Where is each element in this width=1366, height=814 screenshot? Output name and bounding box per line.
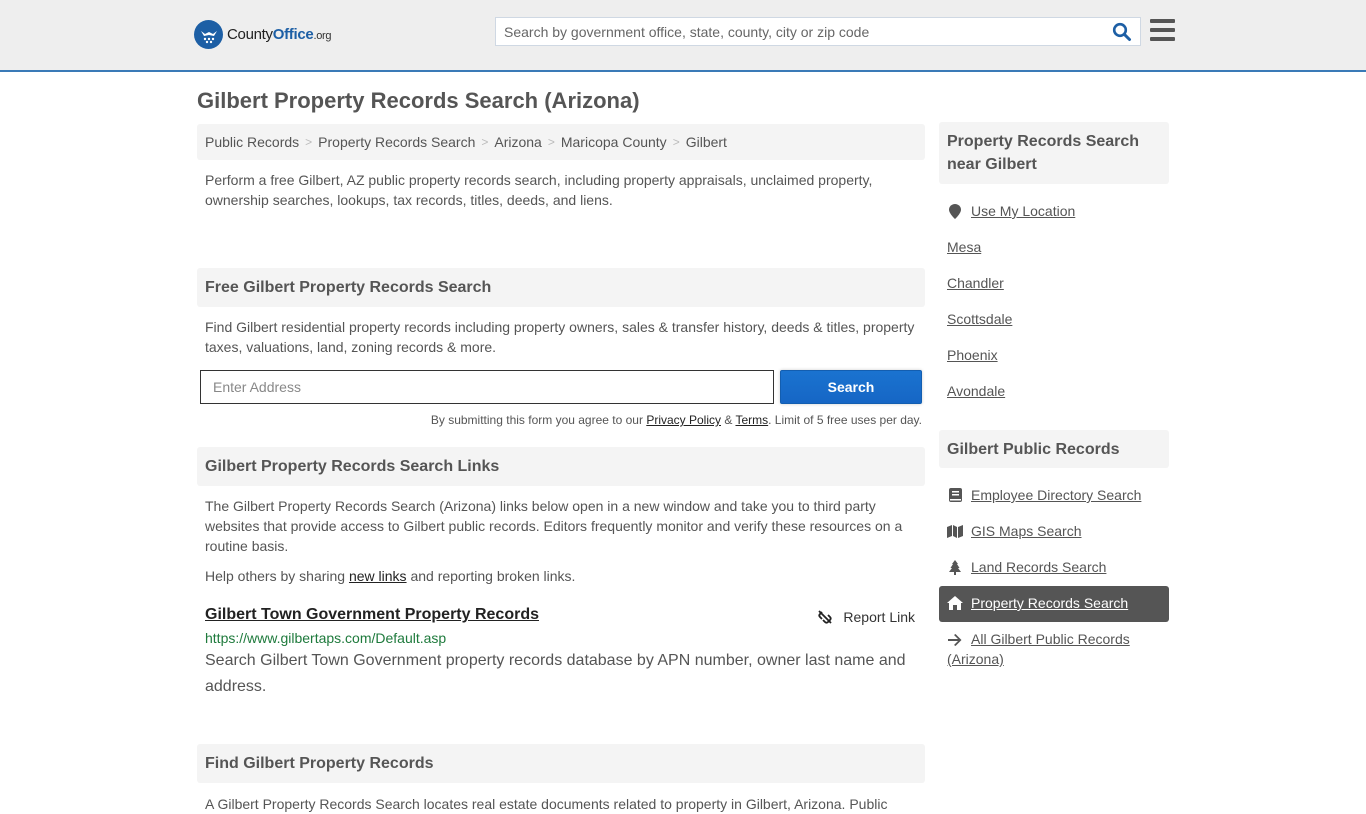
book-icon [947, 487, 963, 503]
link-entry: Gilbert Town Government Property Records… [197, 606, 925, 700]
city-link[interactable]: Scottsdale [947, 309, 1012, 329]
links-heading: Gilbert Property Records Search Links [197, 447, 925, 486]
nearby-city-chandler[interactable]: Chandler [939, 266, 1169, 302]
find-heading: Find Gilbert Property Records [197, 744, 925, 783]
nearby-city-avondale[interactable]: Avondale [939, 374, 1169, 410]
sidebar-item-label[interactable]: All Gilbert Public Records (Arizona) [947, 631, 1130, 667]
site-search-input[interactable] [496, 18, 1096, 45]
address-search-form: Search [197, 370, 925, 404]
terms-link[interactable]: Terms [735, 413, 768, 427]
main-content: Public Records > Property Records Search… [197, 124, 925, 814]
new-links-link[interactable]: new links [349, 568, 407, 584]
home-icon [947, 595, 963, 611]
breadcrumb-separator: > [305, 135, 313, 149]
link-entry-url: https://www.gilbertaps.com/Default.asp [205, 630, 447, 646]
city-link[interactable]: Chandler [947, 273, 1004, 293]
tree-icon [947, 559, 963, 575]
sidebar: Property Records Search near Gilbert Use… [939, 122, 1169, 676]
breadcrumb-maricopa-county[interactable]: Maricopa County [561, 134, 667, 150]
links-section: Gilbert Property Records Search Links Th… [197, 447, 925, 700]
sidebar-item-all-public-records[interactable]: All Gilbert Public Records (Arizona) [939, 622, 1169, 676]
site-search [495, 17, 1141, 46]
report-link-button[interactable]: Report Link [817, 609, 915, 625]
sidebar-item-label[interactable]: Land Records Search [971, 557, 1106, 577]
public-records-heading: Gilbert Public Records [939, 430, 1169, 468]
address-search-button[interactable]: Search [780, 370, 922, 404]
use-my-location[interactable]: Use My Location [939, 194, 1169, 230]
breadcrumb-property-records-search[interactable]: Property Records Search [318, 134, 475, 150]
sidebar-item-land-records[interactable]: Land Records Search [939, 550, 1169, 586]
city-link[interactable]: Mesa [947, 237, 981, 257]
page-title: Gilbert Property Records Search (Arizona… [197, 88, 640, 113]
breadcrumb-arizona[interactable]: Arizona [494, 134, 541, 150]
breadcrumb-separator: > [481, 135, 489, 149]
free-search-description: Find Gilbert residential property record… [205, 319, 915, 355]
broken-link-icon [818, 610, 833, 624]
sidebar-item-gis-maps[interactable]: GIS Maps Search [939, 514, 1169, 550]
breadcrumb-public-records[interactable]: Public Records [205, 134, 299, 150]
search-icon[interactable] [1112, 22, 1132, 42]
help-text: Help others by sharing new links and rep… [205, 568, 576, 584]
sidebar-item-label[interactable]: Employee Directory Search [971, 485, 1141, 505]
free-search-heading: Free Gilbert Property Records Search [197, 268, 925, 307]
use-my-location-link[interactable]: Use My Location [971, 201, 1075, 221]
nearby-city-phoenix[interactable]: Phoenix [939, 338, 1169, 374]
breadcrumb-separator: > [672, 135, 680, 149]
map-pin-icon [947, 203, 963, 219]
breadcrumb-separator: > [547, 135, 555, 149]
site-logo[interactable]: CountyOffice.org [194, 20, 332, 49]
public-records-list: Employee Directory Search GIS Maps Searc… [939, 468, 1169, 676]
arrow-right-icon [947, 632, 963, 648]
eagle-logo-icon [194, 20, 223, 49]
top-header: CountyOffice.org [0, 0, 1366, 72]
hamburger-menu-icon[interactable] [1150, 19, 1175, 41]
breadcrumb-gilbert[interactable]: Gilbert [686, 134, 727, 150]
link-entry-title[interactable]: Gilbert Town Government Property Records [205, 606, 539, 623]
form-disclaimer: By submitting this form you agree to our… [430, 413, 922, 427]
sidebar-item-property-records[interactable]: Property Records Search [939, 586, 1169, 622]
sidebar-item-label[interactable]: Property Records Search [971, 593, 1128, 613]
intro-text: Perform a free Gilbert, AZ public proper… [205, 172, 873, 208]
find-description: A Gilbert Property Records Search locate… [205, 796, 888, 812]
link-entry-description: Search Gilbert Town Government property … [205, 652, 906, 695]
logo-text: CountyOffice.org [227, 26, 332, 43]
city-link[interactable]: Phoenix [947, 345, 998, 365]
sidebar-item-label[interactable]: GIS Maps Search [971, 521, 1082, 541]
free-search-section: Free Gilbert Property Records Search Fin… [197, 268, 925, 427]
privacy-policy-link[interactable]: Privacy Policy [646, 413, 721, 427]
nearby-city-mesa[interactable]: Mesa [939, 230, 1169, 266]
sidebar-item-employee-directory[interactable]: Employee Directory Search [939, 478, 1169, 514]
nearby-list: Use My Location Mesa Chandler Scottsdale… [939, 184, 1169, 410]
breadcrumb: Public Records > Property Records Search… [197, 124, 925, 160]
map-icon [947, 523, 963, 539]
nearby-city-scottsdale[interactable]: Scottsdale [939, 302, 1169, 338]
city-link[interactable]: Avondale [947, 381, 1005, 401]
links-description: The Gilbert Property Records Search (Ari… [205, 498, 903, 554]
nearby-heading: Property Records Search near Gilbert [939, 122, 1169, 184]
address-input[interactable] [200, 370, 774, 404]
find-section: Find Gilbert Property Records A Gilbert … [197, 744, 925, 814]
